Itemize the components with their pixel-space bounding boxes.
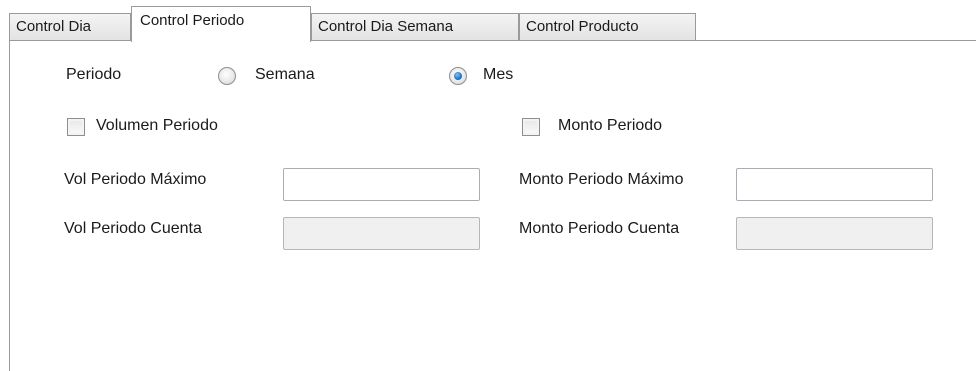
semana-radio-label[interactable]: Semana [255,66,315,84]
tab-control-dia-semana[interactable]: Control Dia Semana [311,13,519,41]
volumen-periodo-checkbox[interactable] [67,118,85,136]
mes-radio-selected-dot [454,72,462,80]
semana-radio[interactable] [218,67,236,85]
mes-radio[interactable] [449,67,467,85]
monto-periodo-label[interactable]: Monto Periodo [558,117,662,135]
tab-control-dia[interactable]: Control Dia [9,13,131,41]
volumen-periodo-label[interactable]: Volumen Periodo [96,117,218,135]
vol-periodo-cuenta-label: Vol Periodo Cuenta [64,220,202,237]
tab-control-producto[interactable]: Control Producto [519,13,696,41]
mes-radio-label[interactable]: Mes [483,66,513,84]
tab-strip: Control Dia Control Periodo Control Dia … [0,0,976,42]
vol-periodo-maximo-input[interactable] [283,168,480,201]
monto-periodo-cuenta-label: Monto Periodo Cuenta [519,220,680,237]
monto-periodo-maximo-label: Monto Periodo Máximo [519,171,684,188]
tab-panel-control-periodo [9,41,976,371]
vol-periodo-maximo-label: Vol Periodo Máximo [64,171,207,188]
tab-control-periodo[interactable]: Control Periodo [131,6,311,42]
vol-periodo-cuenta-input[interactable] [283,217,480,250]
periodo-label: Periodo [66,66,122,83]
monto-periodo-maximo-input[interactable] [736,168,933,201]
monto-periodo-cuenta-input[interactable] [736,217,933,250]
monto-periodo-checkbox[interactable] [522,118,540,136]
